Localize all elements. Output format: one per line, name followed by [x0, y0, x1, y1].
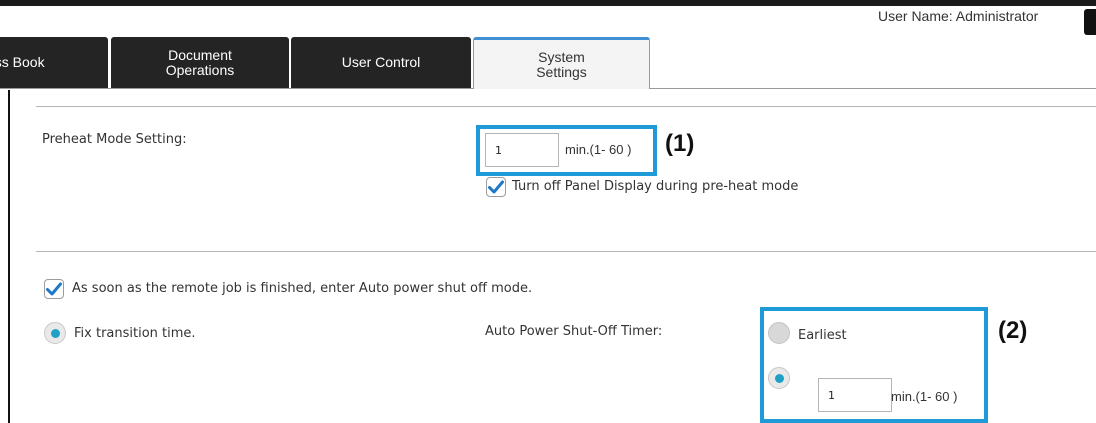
window-left-frame	[8, 90, 10, 423]
tab-document-operations-line2: Operations	[165, 61, 235, 78]
auto-power-range-text: min.(1- 60 )	[891, 389, 958, 404]
auto-power-timer-label: Auto Power Shut-Off Timer:	[485, 324, 663, 339]
section-divider	[36, 106, 1096, 107]
tab-address-book-label: ess Book	[0, 54, 45, 70]
checkmark-icon	[488, 180, 504, 194]
remote-job-label: As soon as the remote job is finished, e…	[72, 281, 533, 296]
callout-label-2: (2)	[998, 317, 1028, 344]
window-top-frame	[0, 0, 1096, 6]
tab-system-settings-line1: System	[538, 48, 585, 65]
remote-job-checkbox[interactable]	[44, 279, 64, 299]
panel-off-label: Turn off Panel Display during pre-heat m…	[512, 179, 799, 194]
preheat-range-text: min.(1- 60 )	[565, 142, 632, 157]
preheat-mode-label: Preheat Mode Setting:	[42, 132, 187, 147]
tab-system-settings[interactable]: System Settings	[473, 37, 650, 89]
custom-time-radio[interactable]	[768, 367, 790, 389]
earliest-radio[interactable]	[768, 322, 790, 344]
preheat-minutes-input[interactable]: 1	[485, 133, 559, 167]
tab-address-book[interactable]: ess Book	[0, 37, 108, 88]
tab-document-operations-line1: Document	[168, 46, 232, 63]
tab-user-control[interactable]: User Control	[291, 37, 471, 88]
fix-transition-label: Fix transition time.	[74, 326, 196, 341]
user-name-label: User Name: Administrator	[878, 8, 1039, 24]
panel-off-checkbox[interactable]	[486, 177, 506, 197]
callout-label-1: (1)	[665, 130, 695, 157]
auto-power-minutes-input[interactable]: 1	[818, 378, 892, 412]
fix-transition-radio[interactable]	[44, 322, 66, 344]
tab-user-control-label: User Control	[341, 54, 421, 70]
checkmark-icon	[46, 282, 62, 296]
section-divider	[36, 251, 1096, 252]
user-menu-button[interactable]	[1084, 9, 1096, 35]
earliest-label: Earliest	[798, 328, 847, 343]
tab-document-operations[interactable]: Document Operations	[111, 37, 289, 88]
tab-system-settings-line2: Settings	[536, 63, 587, 80]
